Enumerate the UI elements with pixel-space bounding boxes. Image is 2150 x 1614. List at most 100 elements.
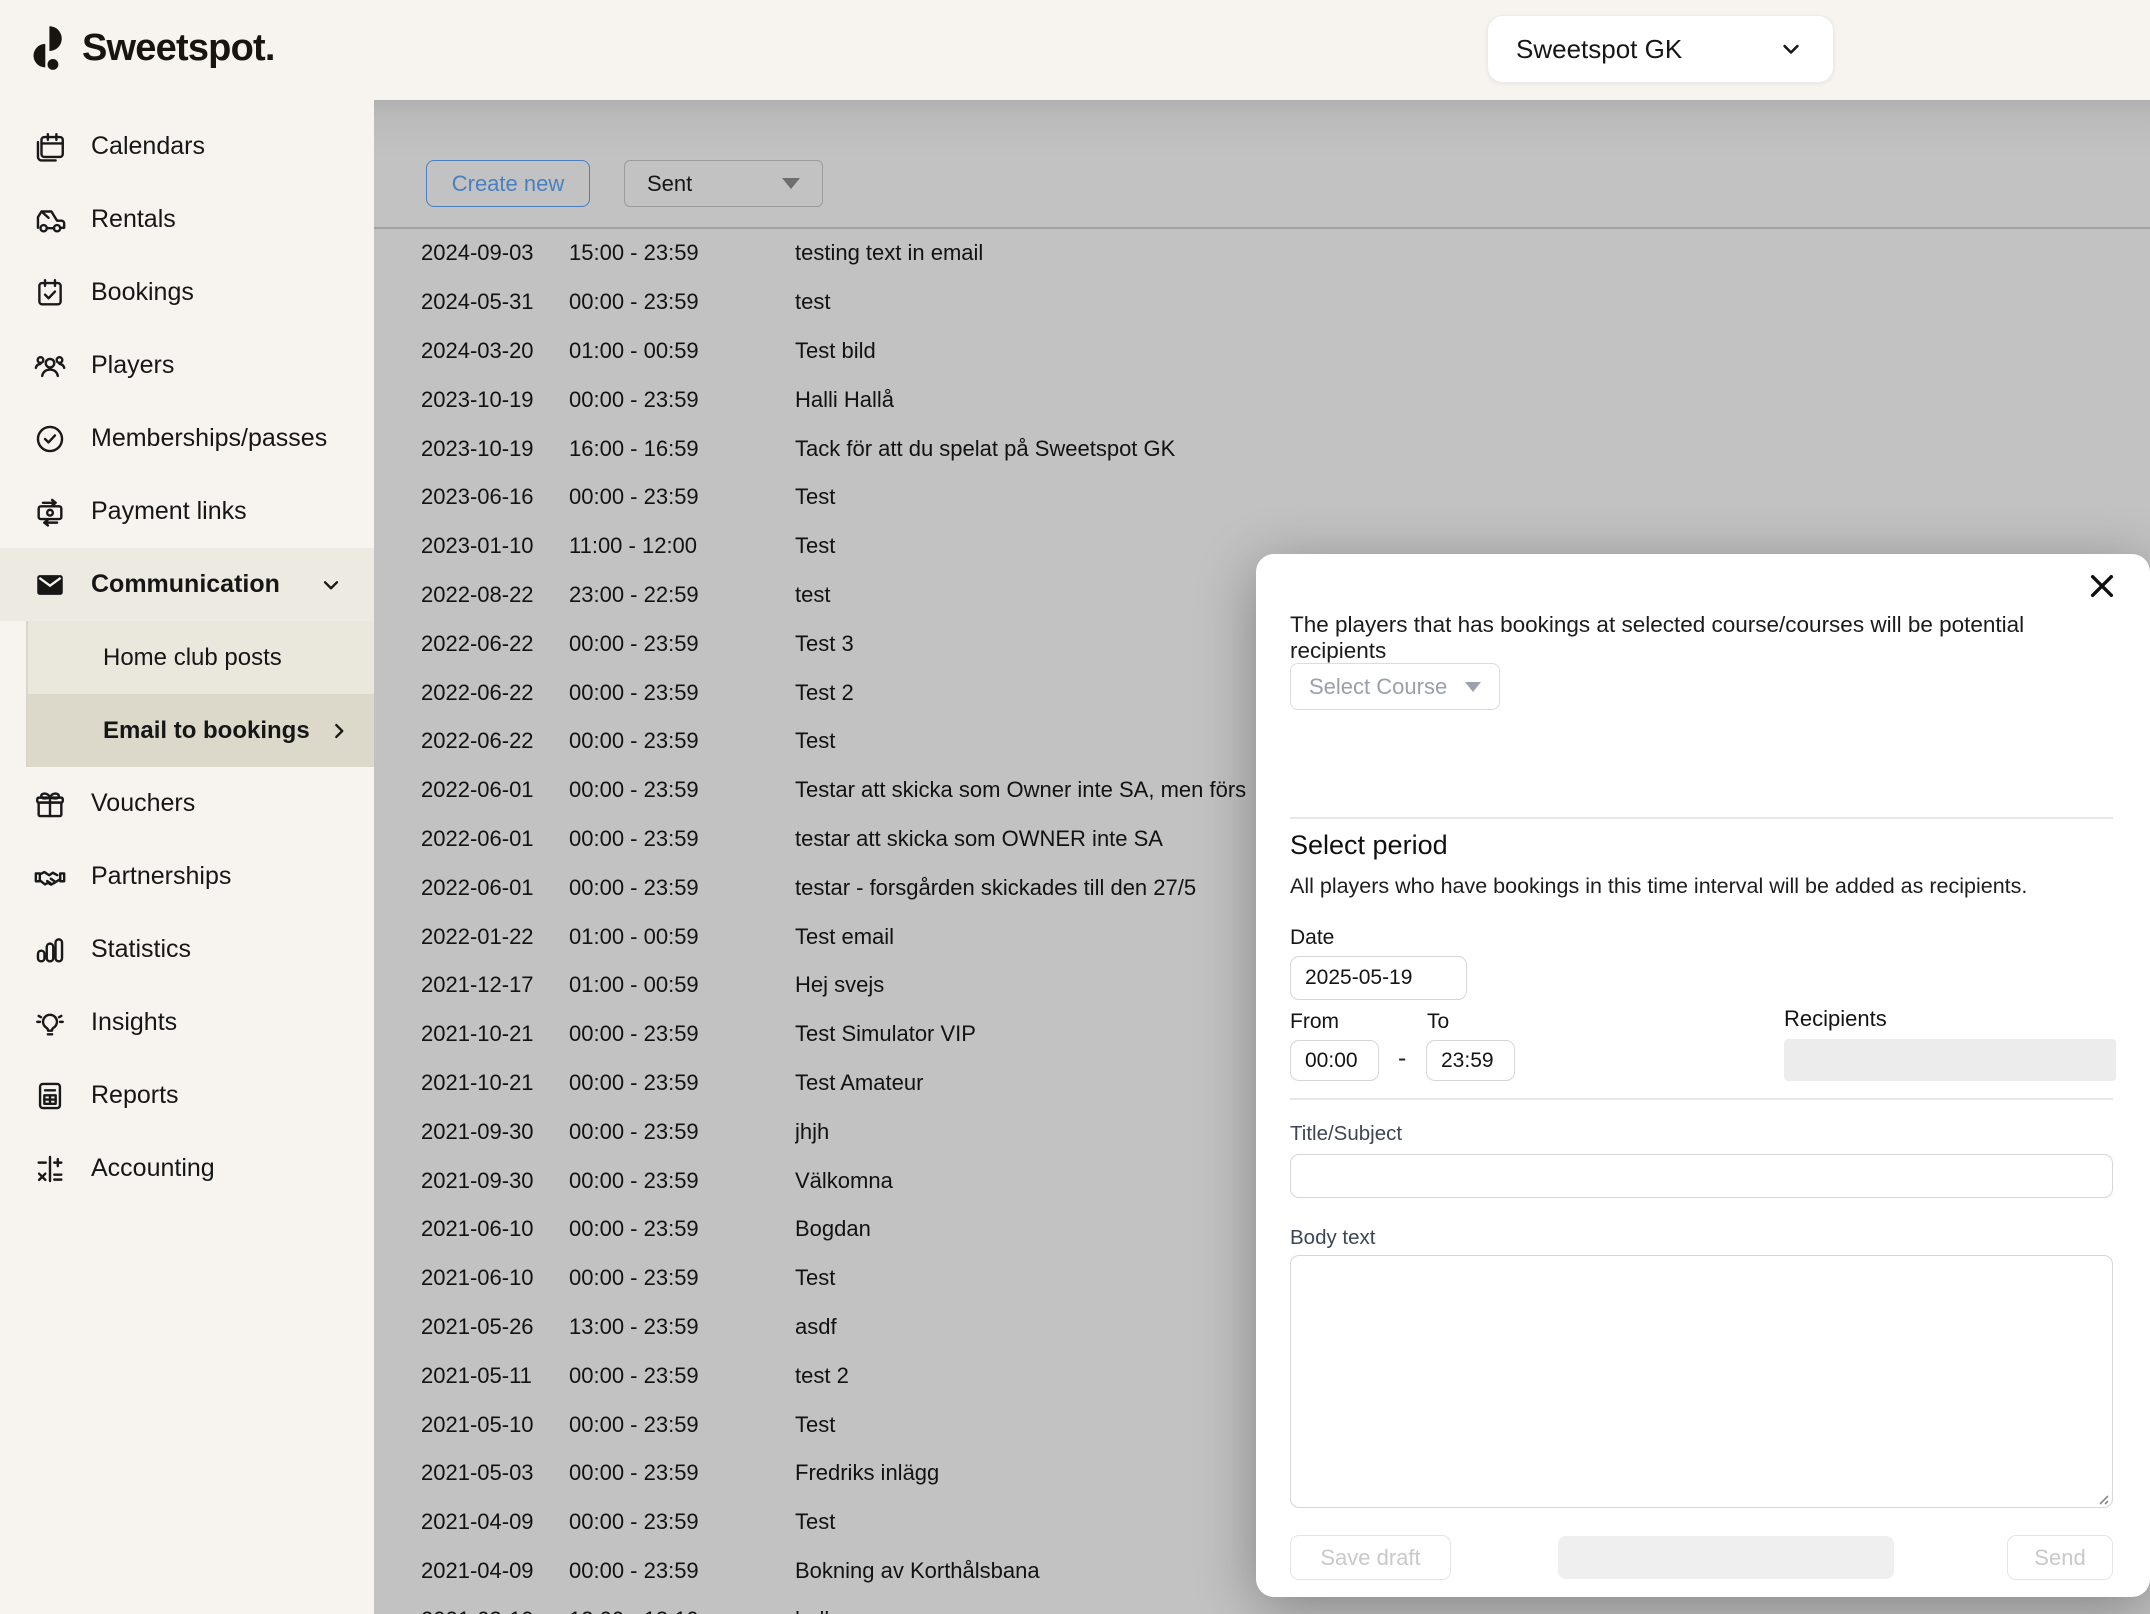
row-time: 00:00 - 23:59 [569, 1265, 795, 1291]
sidebar-item-label: Communication [91, 570, 280, 599]
row-date: 2021-05-26 [421, 1314, 569, 1340]
row-date: 2024-09-03 [421, 240, 569, 266]
table-row[interactable]: 2021-03-1013:00 - 13:10halla [374, 1595, 2150, 1614]
row-date: 2022-08-22 [421, 582, 569, 608]
course-select-placeholder: Select Course [1309, 674, 1447, 700]
memberships-icon [33, 422, 67, 456]
club-selector[interactable]: Sweetspot GK [1487, 15, 1834, 83]
bookings-icon [33, 276, 67, 310]
logo: Sweetspot. [30, 24, 275, 72]
row-date: 2022-06-01 [421, 777, 569, 803]
sidebar-item-players[interactable]: Players [0, 329, 374, 402]
recipients-field [1784, 1039, 2116, 1081]
sidebar-item-label: Insights [91, 1008, 177, 1037]
sidebar-item-label: Vouchers [91, 789, 195, 818]
to-time-field[interactable] [1426, 1040, 1515, 1081]
sidebar-subitem-home-club-posts[interactable]: Home club posts [26, 621, 374, 694]
sidebar-subitem-label: Home club posts [103, 644, 282, 672]
club-selector-value: Sweetspot GK [1516, 34, 1682, 65]
date-field[interactable] [1290, 956, 1467, 1000]
row-time: 23:00 - 22:59 [569, 582, 795, 608]
communication-icon [33, 568, 67, 602]
row-date: 2021-12-17 [421, 972, 569, 998]
send-button[interactable]: Send [2007, 1535, 2113, 1580]
header: Sweetspot. Sweetspot GK [0, 0, 2150, 100]
status-filter-value: Sent [647, 171, 692, 197]
logo-text: Sweetspot. [82, 27, 275, 70]
row-date: 2021-05-03 [421, 1460, 569, 1486]
table-row[interactable]: 2024-09-0315:00 - 23:59testing text in e… [374, 229, 2150, 278]
title-subject-label: Title/Subject [1290, 1122, 1402, 1146]
row-date: 2021-09-30 [421, 1168, 569, 1194]
sidebar-item-insights[interactable]: Insights [0, 986, 374, 1059]
reports-icon [33, 1079, 67, 1113]
row-time: 01:00 - 00:59 [569, 924, 795, 950]
sidebar-subitem-email-to-bookings[interactable]: Email to bookings [26, 694, 374, 767]
sidebar-item-bookings[interactable]: Bookings [0, 256, 374, 329]
chevron-right-icon [326, 718, 352, 744]
sidebar-item-statistics[interactable]: Statistics [0, 913, 374, 986]
row-date: 2021-03-10 [421, 1607, 569, 1614]
title-subject-field[interactable] [1290, 1154, 2113, 1198]
row-time: 00:00 - 23:59 [569, 1119, 795, 1145]
row-date: 2022-01-22 [421, 924, 569, 950]
row-date: 2024-03-20 [421, 338, 569, 364]
status-filter-select[interactable]: Sent [624, 160, 823, 207]
range-separator: - [1398, 1044, 1406, 1073]
table-row[interactable]: 2023-10-1900:00 - 23:59Halli Hallå [374, 375, 2150, 424]
row-time: 13:00 - 23:59 [569, 1314, 795, 1340]
table-row[interactable]: 2023-06-1600:00 - 23:59Test [374, 473, 2150, 522]
row-time: 00:00 - 23:59 [569, 1412, 795, 1438]
row-subject: testing text in email [795, 240, 2150, 266]
table-row[interactable]: 2023-10-1916:00 - 16:59Tack för att du s… [374, 424, 2150, 473]
row-time: 00:00 - 23:59 [569, 387, 795, 413]
row-time: 01:00 - 00:59 [569, 338, 795, 364]
accounting-icon [33, 1152, 67, 1186]
row-time: 00:00 - 23:59 [569, 1363, 795, 1389]
sidebar-item-accounting[interactable]: Accounting [0, 1132, 374, 1205]
sidebar-item-label: Bookings [91, 278, 194, 307]
sidebar-item-memberships-passes[interactable]: Memberships/passes [0, 402, 374, 475]
course-select[interactable]: Select Course [1290, 663, 1500, 710]
row-date: 2023-10-19 [421, 436, 569, 462]
from-time-field[interactable] [1290, 1040, 1379, 1081]
body-text-field[interactable] [1290, 1255, 2113, 1508]
sidebar-item-label: Payment links [91, 497, 247, 526]
row-time: 00:00 - 23:59 [569, 826, 795, 852]
sidebar-item-reports[interactable]: Reports [0, 1059, 374, 1132]
sidebar-item-calendars[interactable]: Calendars [0, 110, 374, 183]
sidebar-item-vouchers[interactable]: Vouchers [0, 767, 374, 840]
row-time: 00:00 - 23:59 [569, 1216, 795, 1242]
row-date: 2024-05-31 [421, 289, 569, 315]
save-draft-button[interactable]: Save draft [1290, 1535, 1451, 1580]
row-time: 00:00 - 23:59 [569, 875, 795, 901]
row-date: 2021-05-11 [421, 1363, 569, 1389]
create-new-button[interactable]: Create new [426, 160, 590, 207]
row-date: 2021-06-10 [421, 1265, 569, 1291]
table-row[interactable]: 2024-05-3100:00 - 23:59test [374, 278, 2150, 327]
sidebar-item-communication[interactable]: Communication [0, 548, 374, 621]
sidebar-item-rentals[interactable]: Rentals [0, 183, 374, 256]
row-date: 2021-10-21 [421, 1070, 569, 1096]
select-period-heading: Select period [1290, 830, 1448, 861]
to-label: To [1427, 1010, 1449, 1034]
calendars-icon [33, 130, 67, 164]
dropdown-arrow-icon [782, 178, 800, 189]
disabled-action-placeholder [1558, 1536, 1894, 1579]
row-subject: Test bild [795, 338, 2150, 364]
sidebar-item-payment-links[interactable]: Payment links [0, 475, 374, 548]
sidebar-item-label: Calendars [91, 132, 205, 161]
row-time: 00:00 - 23:59 [569, 1168, 795, 1194]
row-time: 00:00 - 23:59 [569, 1509, 795, 1535]
chevron-down-icon [1777, 35, 1805, 63]
row-date: 2021-06-10 [421, 1216, 569, 1242]
row-date: 2021-09-30 [421, 1119, 569, 1145]
row-time: 15:00 - 23:59 [569, 240, 795, 266]
sidebar-item-partnerships[interactable]: Partnerships [0, 840, 374, 913]
table-row[interactable]: 2024-03-2001:00 - 00:59Test bild [374, 327, 2150, 376]
row-time: 16:00 - 16:59 [569, 436, 795, 462]
row-date: 2021-04-09 [421, 1558, 569, 1584]
section-divider [1290, 817, 2113, 819]
close-icon[interactable] [2086, 570, 2118, 602]
chevron-down-icon [318, 572, 344, 598]
